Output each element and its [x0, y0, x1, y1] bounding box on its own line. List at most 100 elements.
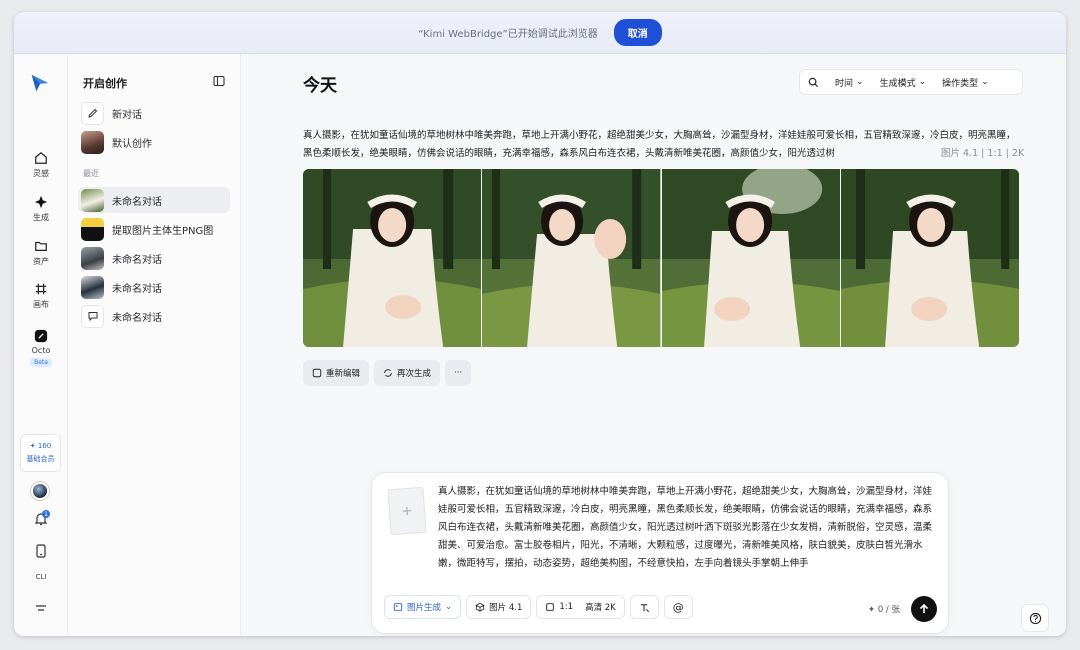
page-title: 今天 — [303, 76, 337, 96]
beta-badge: Beta — [30, 358, 52, 367]
edit-icon — [81, 101, 104, 125]
recent-label: 提取图片主体生PNG图 — [112, 225, 214, 237]
sidebar-item-recent[interactable]: 未命名对话 — [78, 245, 230, 271]
default-creation-label: 默认创作 — [112, 138, 152, 150]
more-icon: ··· — [454, 368, 463, 378]
phone-icon[interactable] — [33, 543, 49, 559]
reedit-label: 重新编辑 — [326, 369, 361, 379]
model-select[interactable]: 图片 4.1 — [466, 595, 532, 619]
recent-label: 未命名对话 — [112, 283, 162, 295]
octo-icon — [34, 329, 48, 343]
ratio-quality-select[interactable]: 1:1 高清 2K — [536, 595, 625, 619]
canvas-icon — [35, 283, 47, 295]
send-button[interactable] — [911, 596, 937, 622]
sidebar-item-recent[interactable]: 未命名对话 — [78, 303, 230, 329]
recent-label: 未命名对话 — [112, 196, 162, 208]
op-filter[interactable]: 操作类型 ⌄ — [934, 76, 997, 89]
arrow-up-icon — [919, 603, 929, 613]
chevron-down-icon: ⌄ — [856, 77, 864, 87]
cli-button[interactable]: CLI — [14, 573, 68, 581]
generated-image[interactable] — [661, 169, 840, 347]
avatar[interactable] — [31, 482, 49, 500]
rail-label: 灵感 — [33, 169, 49, 178]
reedit-button[interactable]: 重新编辑 — [303, 360, 370, 386]
upload-image-button[interactable]: + — [387, 486, 427, 536]
search-button[interactable] — [800, 77, 827, 88]
help-icon — [1029, 612, 1041, 624]
rail-item-assets[interactable]: 资产 — [14, 239, 68, 267]
chevron-down-icon: ⌄ — [981, 77, 989, 87]
thumbnail — [81, 130, 104, 154]
more-button[interactable]: ··· — [445, 360, 472, 386]
ratio-label: 1:1 — [559, 602, 574, 612]
prompt-input[interactable]: 真人摄影，在犹如童话仙境的草地树林中唯美奔跑，草地上开满小野花，超绝甜美少女，大… — [438, 483, 936, 573]
image-grid — [303, 169, 1019, 347]
sidebar-title: 开启创作 — [83, 77, 127, 90]
default-creation-item[interactable]: 默认创作 — [78, 129, 230, 155]
menu-icon[interactable] — [33, 600, 49, 616]
recent-label: 未命名对话 — [112, 254, 162, 266]
help-button[interactable] — [1021, 604, 1049, 632]
mode-filter-label: 生成模式 — [879, 78, 916, 89]
rail-label: 资产 — [33, 257, 49, 266]
cancel-button[interactable]: 取消 — [613, 19, 662, 46]
app-window: “Kimi WebBridge”已开始调试此浏览器 取消 灵感 生成 资产 画布… — [14, 12, 1066, 636]
text-style-button[interactable] — [629, 595, 659, 619]
rail-item-octo[interactable]: Octo Beta — [14, 329, 68, 367]
plus-icon: + — [401, 503, 413, 519]
recent-section-label: 最近 — [83, 169, 99, 178]
notification-badge: 1 — [42, 510, 50, 518]
mode-filter[interactable]: 生成模式 ⌄ — [872, 76, 935, 89]
recent-label: 未命名对话 — [112, 312, 162, 324]
icon-rail: 灵感 生成 资产 画布 Octo Beta ✦ 160 基础会员 1 CLI — [14, 54, 68, 636]
quality-label: 高清 2K — [585, 603, 616, 613]
sidebar-toggle-icon[interactable] — [213, 75, 225, 87]
sidebar: 开启创作 新对话 默认创作 最近 未命名对话 提取图片主体生PNG图 未命名对话… — [68, 54, 241, 636]
credits-value: ✦ 160 — [29, 442, 52, 450]
regenerate-label: 再次生成 — [397, 369, 432, 379]
thumbnail — [81, 217, 104, 241]
rail-label: 画布 — [33, 300, 49, 309]
chevron-down-icon: ⌄ — [918, 77, 927, 87]
sidebar-item-recent[interactable]: 未命名对话 — [78, 187, 230, 213]
new-chat-button[interactable]: 新对话 — [78, 100, 230, 126]
mode-label: 图片生成 — [407, 603, 442, 613]
at-icon: @ — [672, 600, 684, 614]
op-filter-label: 操作类型 — [942, 78, 979, 89]
edit-icon — [312, 368, 322, 378]
rail-label: Octo — [31, 346, 51, 355]
generated-image[interactable] — [840, 169, 1019, 347]
debug-banner: “Kimi WebBridge”已开始调试此浏览器 取消 — [14, 12, 1066, 54]
sidebar-item-recent[interactable]: 提取图片主体生PNG图 — [78, 216, 230, 242]
rail-item-canvas[interactable]: 画布 — [14, 282, 68, 310]
generated-image[interactable] — [303, 169, 482, 347]
plan-label: 基础会员 — [26, 455, 55, 463]
square-icon — [546, 603, 555, 611]
generated-image[interactable] — [482, 169, 661, 347]
regenerate-button[interactable]: 再次生成 — [374, 360, 441, 386]
sparkle-icon — [34, 195, 48, 209]
prompt-composer: + 真人摄影，在犹如童话仙境的草地树林中唯美奔跑，草地上开满小野花，超绝甜美少女… — [371, 472, 949, 634]
logo-icon[interactable] — [29, 72, 51, 94]
chevron-down-icon: ⌄ — [445, 602, 453, 612]
new-chat-label: 新对话 — [112, 109, 142, 121]
result-prompt: 真人摄影，在犹如童话仙境的草地树林中唯美奔跑，草地上开满小野花，超绝甜美少女，大… — [303, 130, 1016, 159]
mode-select[interactable]: 图片生成 ⌄ — [384, 595, 462, 619]
sidebar-item-recent[interactable]: 未命名对话 — [78, 274, 230, 300]
thumbnail — [81, 246, 104, 270]
mention-button[interactable]: @ — [663, 595, 693, 619]
time-filter-label: 时间 — [835, 78, 854, 89]
composer-toolbar: 图片生成 ⌄ 图片 4.1 1:1 高清 2K @ — [384, 595, 693, 619]
refresh-icon — [384, 369, 392, 377]
banner-text: “Kimi WebBridge”已开始调试此浏览器 — [418, 29, 598, 40]
rail-label: 生成 — [33, 213, 49, 222]
image-icon — [393, 603, 403, 611]
chat-icon — [81, 304, 104, 328]
rail-item-generate[interactable]: 生成 — [14, 195, 68, 223]
filter-bar: 时间 ⌄ 生成模式 ⌄ 操作类型 ⌄ — [799, 69, 1023, 95]
result-meta: 图片 4.1 | 1:1 | 2K — [927, 145, 1025, 159]
rail-item-inspiration[interactable]: 灵感 — [14, 151, 68, 179]
time-filter[interactable]: 时间 ⌄ — [827, 76, 872, 89]
result-actions: 重新编辑 再次生成 ··· — [303, 360, 472, 386]
credits-badge[interactable]: ✦ 160 基础会员 — [20, 434, 61, 472]
